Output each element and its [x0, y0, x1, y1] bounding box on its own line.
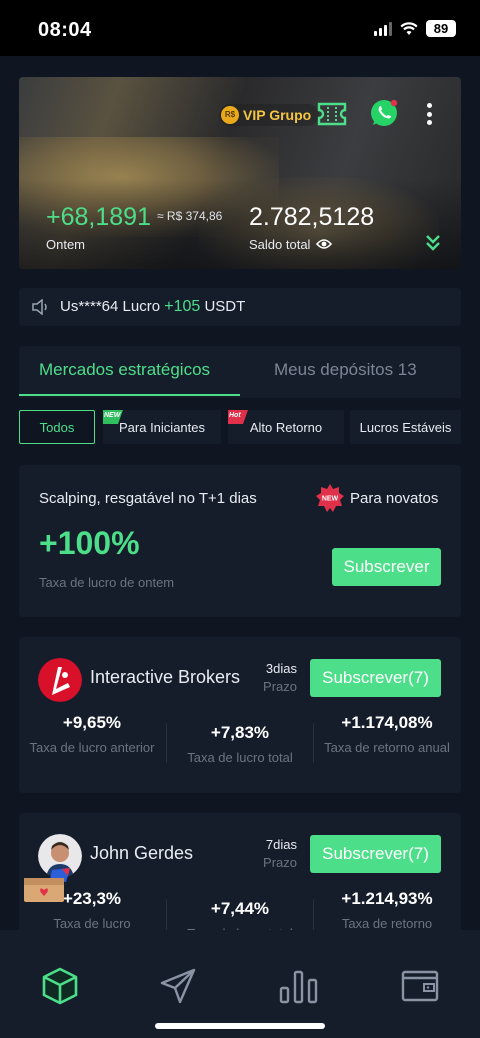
subscribe-broker-button[interactable]: Subscrever(7) — [310, 659, 441, 697]
signal-icon — [374, 21, 392, 36]
cube-icon[interactable] — [40, 966, 80, 1006]
home-indicator[interactable] — [155, 1023, 325, 1029]
stat-value: +1.214,93% — [341, 889, 433, 908]
status-icons: 89 — [374, 20, 456, 37]
stat-label: Taxa de lucro anterior — [29, 740, 155, 755]
wallet-icon[interactable] — [400, 966, 440, 1006]
yesterday-profit-label: Ontem — [46, 237, 86, 252]
new-badge-icon: NEW — [316, 484, 344, 512]
more-options-icon[interactable] — [421, 101, 437, 127]
broker-term-label: Prazo — [263, 679, 297, 694]
eye-icon[interactable] — [316, 238, 332, 250]
scalping-rate-label: Taxa de lucro de ontem — [39, 575, 175, 590]
chip-all[interactable]: Todos — [19, 410, 95, 444]
stat-total-rate: +7,83% Taxa de lucro total — [167, 723, 313, 766]
scalping-card: Scalping, resgatável no T+1 dias NEW Par… — [19, 465, 461, 617]
stat-value: +7,83% — [210, 723, 270, 742]
battery-indicator: 89 — [426, 20, 456, 37]
hero-banner: R$ VIP Grupo +68,1891 ≈ R$ 374,86 Ontem … — [19, 77, 461, 269]
hot-tag: Hot — [228, 410, 248, 424]
status-time: 08:04 — [38, 19, 92, 41]
active-tab-indicator — [19, 394, 240, 396]
vip-group-button[interactable]: R$ VIP Grupo — [219, 104, 320, 126]
chip-beginners-label: Para Iniciantes — [119, 419, 205, 435]
stat-value: +1.174,08% — [341, 713, 433, 732]
chip-high-return[interactable]: Hot Alto Retorno — [228, 410, 344, 444]
bar-chart-icon[interactable] — [278, 966, 318, 1006]
tab-my-deposits[interactable]: Meus depósitos 13 — [274, 360, 417, 380]
chip-stable-profits[interactable]: Lucros Estáveis — [350, 410, 461, 444]
profit-ticker: Us****64 Lucro +105 USDT — [19, 288, 461, 326]
stat-previous-rate: +9,65% Taxa de lucro anterior — [19, 713, 165, 756]
for-beginners-label: Para novatos — [350, 490, 439, 507]
ticker-text: Us****64 Lucro +105 USDT — [60, 298, 245, 316]
broker-name: John Gerdes — [90, 843, 194, 863]
broker-term-days: 3dias — [265, 661, 297, 676]
market-tabs: Mercados estratégicos Meus depósitos 13 — [19, 346, 461, 398]
broker-name: Interactive Brokers — [90, 667, 241, 687]
scalping-rate: +100% — [39, 525, 140, 561]
ticker-suffix: USDT — [200, 298, 246, 315]
new-badge-text: NEW — [322, 496, 339, 503]
stat-value: +9,65% — [62, 713, 122, 732]
chip-high-return-label: Alto Retorno — [249, 419, 323, 435]
vip-group-label: VIP Grupo — [243, 107, 312, 123]
subscribe-button[interactable]: Subscrever — [332, 548, 441, 586]
status-bar: 08:04 89 — [0, 0, 480, 56]
ticker-amount: +105 — [164, 298, 201, 315]
paper-plane-icon[interactable] — [158, 966, 198, 1006]
broker-card: Interactive Brokers 3dias Prazo Subscrev… — [19, 637, 461, 793]
yesterday-profit-value: +68,1891 — [46, 203, 151, 231]
ticker-prefix: Us****64 Lucro — [60, 298, 165, 315]
filter-chips: Todos NEW Para Iniciantes Hot Alto Retor… — [19, 410, 461, 444]
total-balance-label: Saldo total — [249, 237, 311, 252]
app-screen: R$ VIP Grupo +68,1891 ≈ R$ 374,86 Ontem … — [0, 56, 480, 1038]
stat-annual-return: +1.174,08% Taxa de retorno anual — [314, 713, 460, 756]
vip-coin-icon: R$ — [221, 106, 239, 124]
chip-beginners[interactable]: NEW Para Iniciantes — [103, 410, 221, 444]
double-chevron-down-icon[interactable] — [425, 233, 441, 253]
yesterday-profit-fiat: ≈ R$ 374,86 — [157, 209, 223, 223]
stat-label: Taxa de retorno anual — [324, 740, 450, 755]
interactive-brokers-logo — [38, 658, 82, 702]
stat-value: +7,44% — [210, 899, 270, 918]
gift-box-icon[interactable] — [22, 868, 72, 904]
broker-term-days: 7dias — [265, 837, 297, 852]
scalping-title: Scalping, resgatável no T+1 dias — [39, 490, 257, 507]
bottom-navigation — [0, 930, 480, 1038]
ticket-icon[interactable] — [317, 101, 347, 127]
whatsapp-icon[interactable] — [369, 98, 399, 128]
stat-label: Taxa de lucro total — [187, 750, 293, 765]
broker-term-label: Prazo — [263, 855, 297, 870]
speaker-icon — [32, 299, 47, 315]
stat-annual-return: +1.214,93% Taxa de retorno — [314, 889, 460, 932]
total-balance-value: 2.782,5128 — [249, 203, 375, 231]
wifi-icon — [400, 21, 418, 35]
subscribe-broker-button[interactable]: Subscrever(7) — [310, 835, 441, 873]
tab-strategic-markets[interactable]: Mercados estratégicos — [39, 360, 210, 380]
